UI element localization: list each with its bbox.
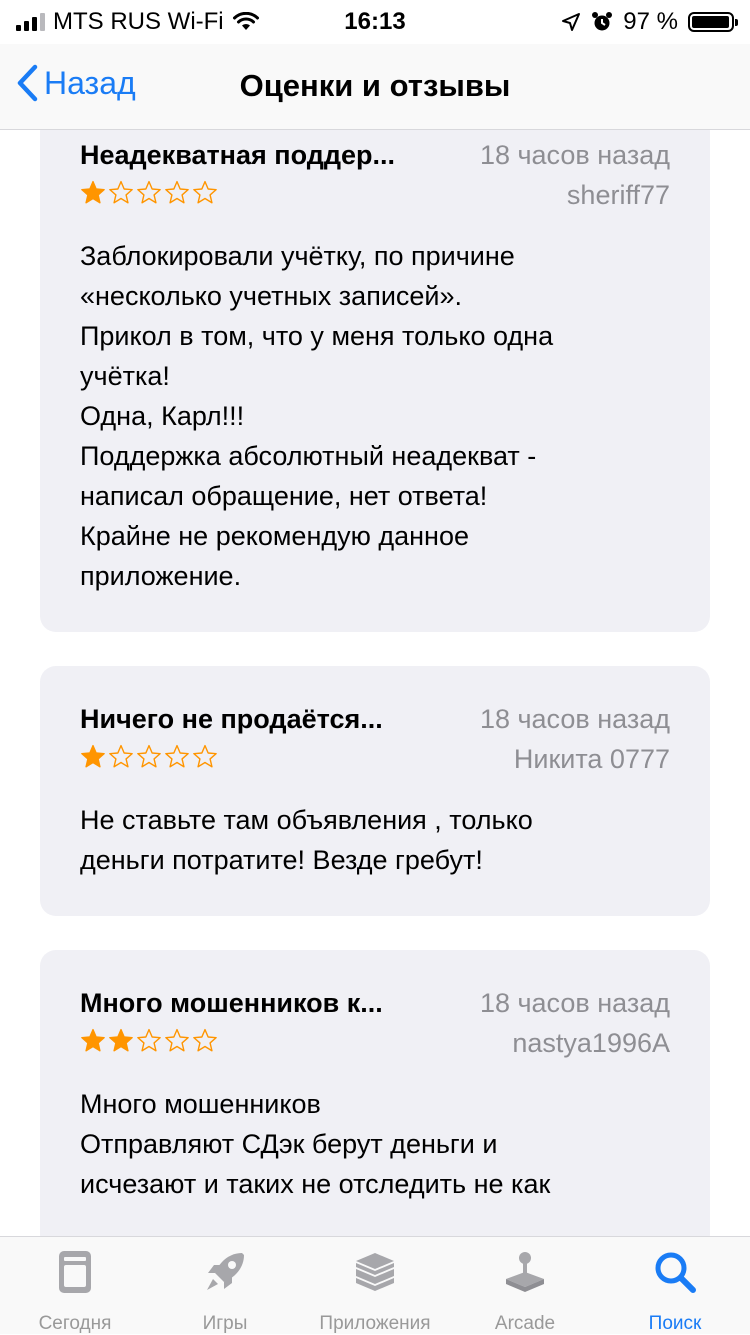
review-line: Отправляют СДэк берут деньги и bbox=[80, 1129, 498, 1159]
star-empty-icon bbox=[165, 180, 189, 204]
review-line: учётка! bbox=[80, 361, 170, 391]
star-rating bbox=[80, 744, 218, 770]
tab-search[interactable]: Поиск bbox=[600, 1247, 750, 1335]
review-card[interactable]: Много мошенников к... 18 часов назад nas… bbox=[40, 950, 710, 1236]
review-line: «несколько учетных записей». bbox=[80, 281, 463, 311]
star-empty-icon bbox=[193, 744, 217, 768]
review-line: приложение. bbox=[80, 561, 242, 591]
review-line: Поддержка абсолютный неадекват - bbox=[80, 441, 537, 471]
star-empty-icon bbox=[109, 180, 133, 204]
tab-label: Приложения bbox=[319, 1313, 431, 1334]
today-icon bbox=[59, 1251, 91, 1293]
rocket-icon bbox=[207, 1253, 244, 1290]
review-card[interactable]: Ничего не продаётся... 18 часов назад Ни… bbox=[40, 666, 710, 916]
review-title: Много мошенников к... bbox=[80, 988, 383, 1018]
status-right: 97 % bbox=[561, 8, 738, 36]
star-filled-icon bbox=[81, 744, 105, 768]
review-line: Заблокировали учётку, по причине bbox=[80, 241, 515, 271]
review-date: 18 часов назад bbox=[479, 704, 670, 734]
location-arrow-icon bbox=[562, 13, 581, 31]
star-rating bbox=[80, 1028, 218, 1054]
joystick-icon bbox=[506, 1252, 544, 1292]
reviews-list[interactable]: Неадекватная поддер... 18 часов назад sh… bbox=[0, 130, 750, 1236]
review-header: Много мошенников к... 18 часов назад bbox=[80, 984, 670, 1024]
star-empty-icon bbox=[137, 1028, 161, 1052]
tab-games[interactable]: Игры bbox=[150, 1247, 300, 1335]
review-title: Ничего не продаётся... bbox=[80, 704, 383, 734]
tab-label: Игры bbox=[202, 1313, 248, 1334]
review-text: Не ставьте там объявления , только деньг… bbox=[80, 800, 670, 880]
star-empty-icon bbox=[165, 744, 189, 768]
review-header: Ничего не продаётся... 18 часов назад bbox=[80, 700, 670, 740]
review-line: Крайне не рекомендую данное bbox=[80, 521, 469, 551]
star-rating bbox=[80, 180, 218, 206]
review-line: исчезают и таких не отследить не как bbox=[80, 1169, 551, 1199]
star-filled-icon bbox=[81, 1028, 105, 1052]
review-text: Много мошенников Отправляют СДэк берут д… bbox=[80, 1084, 670, 1204]
star-empty-icon bbox=[165, 1028, 189, 1052]
star-filled-icon bbox=[109, 1028, 133, 1052]
review-author: sheriff77 bbox=[566, 180, 670, 210]
tab-bar: Сегодня Игры Приложения Arcade Поиск bbox=[0, 1236, 750, 1334]
review-meta: Никита 0777 bbox=[80, 740, 670, 784]
tab-today[interactable]: Сегодня bbox=[0, 1247, 150, 1335]
star-empty-icon bbox=[137, 744, 161, 768]
tab-label: Поиск bbox=[648, 1313, 702, 1334]
tab-arcade[interactable]: Arcade bbox=[450, 1247, 600, 1335]
battery-icon bbox=[688, 12, 738, 32]
review-author: nastya1996A bbox=[512, 1028, 670, 1058]
star-empty-icon bbox=[193, 1028, 217, 1052]
review-date: 18 часов назад bbox=[479, 988, 670, 1018]
tab-label: Arcade bbox=[494, 1313, 556, 1334]
review-header: Неадекватная поддер... 18 часов назад bbox=[80, 136, 670, 176]
review-line: написал обращение, нет ответа! bbox=[80, 481, 488, 511]
review-date: 18 часов назад bbox=[479, 140, 670, 170]
review-line: Много мошенников bbox=[80, 1089, 321, 1119]
navigation-bar: Назад Оценки и отзывы bbox=[0, 44, 750, 130]
review-author: Никита 0777 bbox=[513, 744, 670, 774]
tab-apps[interactable]: Приложения bbox=[300, 1247, 450, 1335]
review-line: деньги потратите! Везде гребут! bbox=[80, 845, 483, 875]
status-bar: MTS RUS Wi-Fi 16:13 97 % bbox=[0, 0, 750, 44]
review-line: Не ставьте там объявления , только bbox=[80, 805, 533, 835]
review-title: Неадекватная поддер... bbox=[80, 140, 395, 170]
star-filled-icon bbox=[81, 180, 105, 204]
battery-percent: 97 % bbox=[623, 8, 678, 35]
alarm-icon bbox=[592, 12, 613, 31]
page-title: Оценки и отзывы bbox=[239, 68, 511, 103]
review-meta: sheriff77 bbox=[80, 176, 670, 220]
apps-stack-icon bbox=[356, 1253, 394, 1291]
review-text: Заблокировали учётку, по причине «нескол… bbox=[80, 236, 670, 596]
tab-label: Сегодня bbox=[38, 1313, 112, 1334]
star-empty-icon bbox=[109, 744, 133, 768]
review-card[interactable]: Неадекватная поддер... 18 часов назад sh… bbox=[40, 130, 710, 632]
star-empty-icon bbox=[193, 180, 217, 204]
review-line: Прикол в том, что у меня только одна bbox=[80, 321, 554, 351]
star-empty-icon bbox=[137, 180, 161, 204]
search-icon bbox=[655, 1252, 696, 1293]
review-line: Одна, Карл!!! bbox=[80, 401, 245, 431]
review-meta: nastya1996A bbox=[80, 1024, 670, 1068]
